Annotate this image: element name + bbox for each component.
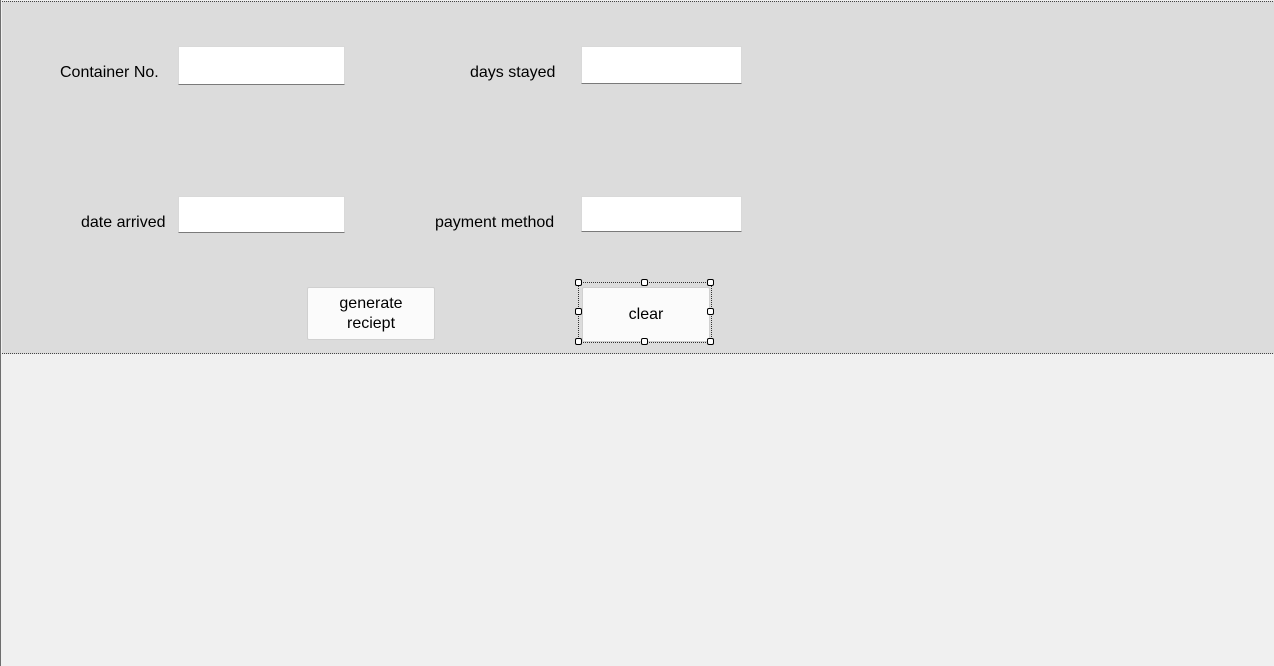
designer-canvas: Container No. date arrived days stayed p…: [0, 0, 1274, 666]
payment-method-input[interactable]: [581, 196, 742, 232]
form-panel: Container No. date arrived days stayed p…: [2, 1, 1274, 354]
date-arrived-input[interactable]: [178, 196, 345, 233]
resize-handle-right[interactable]: [707, 308, 714, 315]
payment-method-label: payment method: [435, 214, 555, 231]
clear-button[interactable]: clear: [582, 287, 710, 342]
resize-handle-top[interactable]: [641, 279, 648, 286]
generate-receipt-label-line1: generate: [339, 294, 403, 312]
container-no-input[interactable]: [178, 46, 345, 85]
date-arrived-label: date arrived: [81, 214, 166, 231]
resize-handle-top-left[interactable]: [575, 279, 582, 286]
generate-receipt-label-line2: reciept: [346, 314, 396, 332]
resize-handle-left[interactable]: [575, 308, 582, 315]
resize-handle-bottom-left[interactable]: [575, 338, 582, 345]
generate-receipt-button[interactable]: generate reciept: [307, 287, 435, 340]
resize-handle-top-right[interactable]: [707, 279, 714, 286]
days-stayed-label: days stayed: [470, 64, 556, 81]
resize-handle-bottom[interactable]: [641, 338, 648, 345]
resize-handle-bottom-right[interactable]: [707, 338, 714, 345]
container-no-label: Container No.: [60, 64, 159, 81]
days-stayed-input[interactable]: [581, 46, 742, 84]
